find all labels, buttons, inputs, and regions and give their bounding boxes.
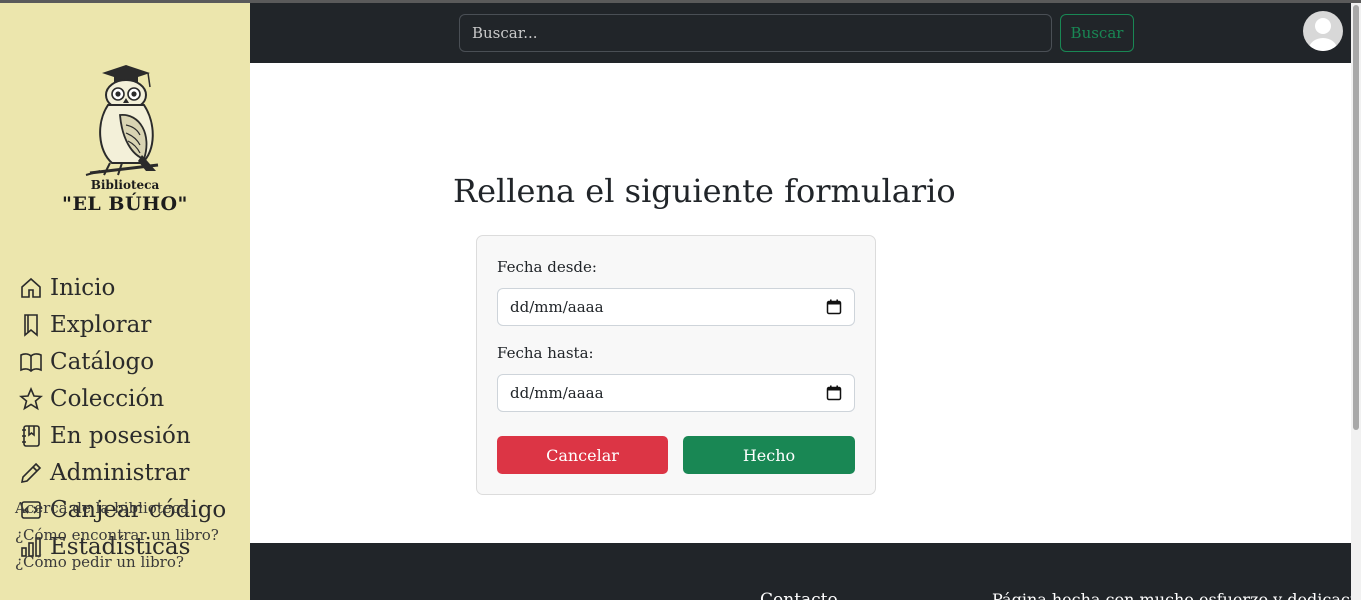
help-link-find-book[interactable]: ¿Cómo encontrar un libro?: [15, 522, 219, 549]
from-date-label: Fecha desde:: [497, 258, 597, 276]
library-logo[interactable]: Biblioteca "EL BÚHO": [60, 63, 200, 223]
house-icon: [18, 275, 44, 301]
calendar-icon[interactable]: [826, 299, 842, 315]
sidebar-item-label: Explorar: [50, 311, 152, 338]
sidebar-item-label: Catálogo: [50, 348, 155, 375]
done-button[interactable]: Hecho: [683, 436, 855, 474]
sidebar-item-label: Administrar: [50, 459, 190, 486]
from-date-value: dd/mm/aaaa: [510, 298, 604, 316]
from-date-field[interactable]: dd/mm/aaaa: [497, 288, 855, 326]
page-title: Rellena el siguiente formulario: [453, 172, 956, 210]
star-icon: [18, 386, 44, 412]
to-date-field[interactable]: dd/mm/aaaa: [497, 374, 855, 412]
owl-icon: [85, 65, 159, 176]
sidebar-item-label: Colección: [50, 385, 165, 412]
logo-name: "EL BÚHO": [62, 193, 188, 215]
search-button[interactable]: Buscar: [1060, 14, 1134, 52]
page-scrollbar[interactable]: [1351, 3, 1361, 600]
footer-contact-heading: Contacto: [760, 590, 838, 600]
sidebar-item-administrar[interactable]: Administrar: [18, 454, 226, 491]
sidebar: Biblioteca "EL BÚHO" Inicio Explorar Cat…: [0, 3, 250, 600]
to-date-value: dd/mm/aaaa: [510, 384, 604, 402]
help-links: Acerca de la biblioteca ¿Cómo encontrar …: [15, 495, 219, 576]
help-link-request-book[interactable]: ¿Cómo pedir un libro?: [15, 549, 219, 576]
user-icon: [1309, 18, 1337, 51]
footer-credits: Página hecha con mucho esfuerzo y dedica…: [992, 590, 1351, 600]
scrollbar-thumb[interactable]: [1353, 5, 1359, 430]
bookmark-icon: [18, 312, 44, 338]
top-navbar: Buscar: [250, 3, 1351, 63]
book-open-icon: [18, 349, 44, 375]
pencil-icon: [18, 460, 44, 486]
sidebar-item-catalogo[interactable]: Catálogo: [18, 343, 226, 380]
sidebar-item-label: Inicio: [50, 274, 116, 301]
to-date-label: Fecha hasta:: [497, 344, 594, 362]
help-link-about[interactable]: Acerca de la biblioteca: [15, 495, 219, 522]
footer: Contacto Página hecha con mucho esfuerzo…: [250, 543, 1351, 600]
date-range-form: Fecha desde: dd/mm/aaaa Fecha hasta: dd/…: [476, 235, 876, 495]
sidebar-item-explorar[interactable]: Explorar: [18, 306, 226, 343]
logo-title: Biblioteca: [90, 178, 160, 192]
calendar-icon[interactable]: [826, 385, 842, 401]
sidebar-item-label: En posesión: [50, 422, 191, 449]
sidebar-item-coleccion[interactable]: Colección: [18, 380, 226, 417]
sidebar-item-inicio[interactable]: Inicio: [18, 269, 226, 306]
journal-bookmark-icon: [18, 423, 44, 449]
search-input[interactable]: [459, 14, 1052, 52]
avatar[interactable]: [1303, 11, 1343, 51]
cancel-button[interactable]: Cancelar: [497, 436, 668, 474]
sidebar-item-en-posesion[interactable]: En posesión: [18, 417, 226, 454]
